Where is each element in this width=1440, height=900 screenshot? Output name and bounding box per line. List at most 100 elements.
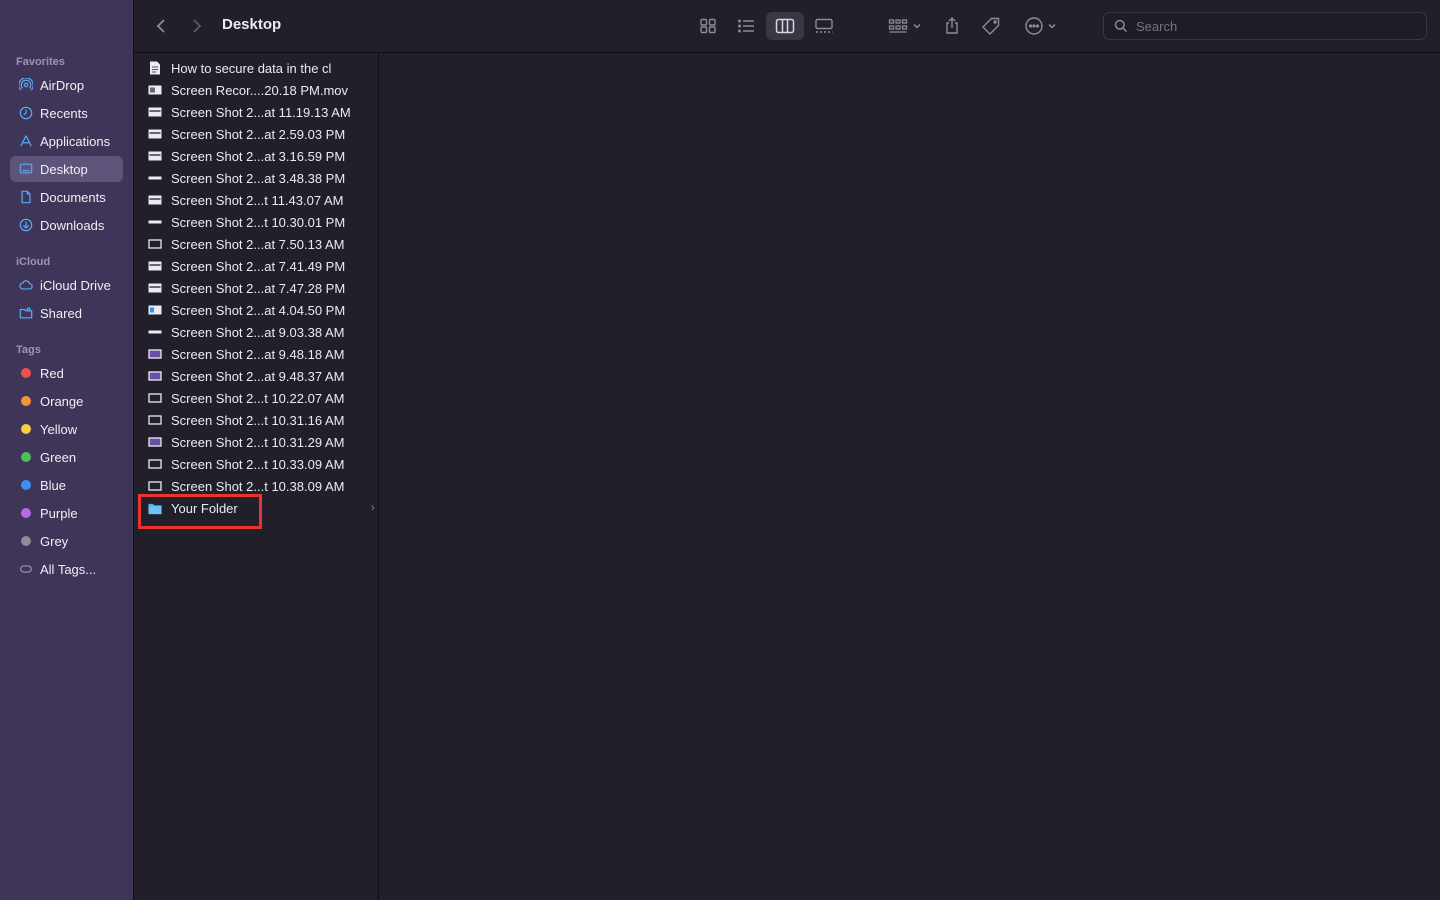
sidebar-tag-yellow[interactable]: Yellow	[10, 416, 123, 442]
columns-icon	[775, 18, 795, 34]
tags-section-title: Tags	[16, 344, 41, 356]
file-row[interactable]: Screen Shot 2...at 9.03.38 AM	[148, 321, 374, 343]
sidebar-item-documents[interactable]: Documents	[10, 184, 123, 210]
sidebar-item-label: Red	[40, 365, 64, 381]
ellipsis-circle-icon	[1024, 17, 1043, 35]
red-tag-dot-icon	[18, 365, 34, 381]
image-file-icon	[148, 193, 162, 207]
file-row[interactable]: Screen Shot 2...at 9.48.18 AM	[148, 343, 374, 365]
file-row[interactable]: Screen Shot 2...t 11.43.07 AM	[148, 189, 374, 211]
sidebar-item-label: Downloads	[40, 217, 105, 233]
file-row[interactable]: Screen Shot 2...at 11.19.13 AM	[148, 101, 374, 123]
file-row[interactable]: Screen Shot 2...t 10.22.07 AM	[148, 387, 374, 409]
gallery-icon	[815, 18, 833, 33]
movie-file-icon	[148, 83, 162, 97]
search-field[interactable]	[1103, 12, 1427, 40]
file-row[interactable]: Screen Shot 2...at 3.48.38 PM	[148, 167, 374, 189]
back-button[interactable]	[148, 12, 174, 40]
sidebar-tag-green[interactable]: Green	[10, 444, 123, 470]
airdrop-icon	[18, 77, 34, 93]
sidebar-tag-orange[interactable]: Orange	[10, 388, 123, 414]
image-file-icon	[148, 413, 162, 427]
file-name: Screen Shot 2...t 10.31.29 AM	[171, 434, 345, 450]
file-name: Screen Shot 2...t 10.33.09 AM	[171, 456, 345, 472]
chevron-left-icon	[156, 19, 165, 33]
file-name: Screen Shot 2...at 9.48.18 AM	[171, 346, 345, 362]
image-file-icon	[148, 105, 162, 119]
sidebar-item-recents[interactable]: Recents	[10, 100, 123, 126]
green-tag-dot-icon	[18, 449, 34, 465]
sidebar-item-applications[interactable]: Applications	[10, 128, 123, 154]
sidebar: Favorites AirDrop Recents Applications D…	[0, 0, 134, 900]
desktop-icon	[18, 161, 34, 177]
applications-icon	[18, 133, 34, 149]
column-view-button[interactable]	[766, 12, 804, 40]
sidebar-tag-purple[interactable]: Purple	[10, 500, 123, 526]
file-row[interactable]: How to secure data in the cl	[148, 57, 374, 79]
favorites-section-title: Favorites	[16, 56, 65, 68]
list-view-button[interactable]	[732, 12, 760, 40]
image-file-icon	[148, 281, 162, 295]
sidebar-tag-red[interactable]: Red	[10, 360, 123, 386]
file-name: Screen Recor....20.18 PM.mov	[171, 82, 349, 98]
folder-highlight-box	[138, 494, 262, 529]
forward-button[interactable]	[184, 12, 210, 40]
sidebar-item-desktop[interactable]: Desktop	[10, 156, 123, 182]
gallery-view-button[interactable]	[810, 12, 838, 40]
sidebar-tag-grey[interactable]: Grey	[10, 528, 123, 554]
image-file-icon	[148, 391, 162, 405]
blue-tag-dot-icon	[18, 477, 34, 493]
file-row[interactable]: Screen Shot 2...at 7.50.13 AM	[148, 233, 374, 255]
tag-button[interactable]	[979, 12, 1003, 40]
file-row[interactable]: Screen Shot 2...at 9.48.37 AM	[148, 365, 374, 387]
all-tags-icon	[18, 561, 34, 577]
file-row[interactable]: Screen Shot 2...t 10.31.16 AM	[148, 409, 374, 431]
search-input[interactable]	[1134, 17, 1418, 35]
icon-view-button[interactable]	[694, 12, 722, 40]
action-menu-button[interactable]	[1020, 12, 1060, 40]
chevron-down-icon	[913, 23, 921, 29]
file-name: Screen Shot 2...at 7.41.49 PM	[171, 258, 346, 274]
file-column: How to secure data in the cl Screen Recor…	[134, 53, 379, 900]
sidebar-item-airdrop[interactable]: AirDrop	[10, 72, 123, 98]
file-row[interactable]: Screen Recor....20.18 PM.mov	[148, 79, 374, 101]
file-name: Screen Shot 2...at 9.03.38 AM	[171, 324, 345, 340]
group-by-button[interactable]	[884, 12, 926, 40]
file-row[interactable]: Screen Shot 2...at 2.59.03 PM	[148, 123, 374, 145]
window-title: Desktop	[222, 16, 282, 33]
share-button[interactable]	[940, 12, 964, 40]
share-icon	[946, 17, 958, 34]
file-row[interactable]: Screen Shot 2...at 7.41.49 PM	[148, 255, 374, 277]
search-icon	[1114, 19, 1128, 33]
sidebar-item-label: Applications	[40, 133, 111, 149]
file-row[interactable]: Screen Shot 2...at 4.04.50 PM	[148, 299, 374, 321]
file-name: Screen Shot 2...at 7.47.28 PM	[171, 280, 346, 296]
file-name: Screen Shot 2...t 10.30.01 PM	[171, 214, 346, 230]
sidebar-item-label: Grey	[40, 533, 69, 549]
file-row[interactable]: Screen Shot 2...t 10.30.01 PM	[148, 211, 374, 233]
image-file-icon	[148, 215, 162, 229]
image-file-icon	[148, 457, 162, 471]
file-name: Screen Shot 2...t 11.43.07 AM	[171, 192, 344, 208]
file-row[interactable]: Screen Shot 2...t 10.33.09 AM	[148, 453, 374, 475]
sidebar-item-label: iCloud Drive	[40, 277, 111, 293]
file-name: Screen Shot 2...t 10.31.16 AM	[171, 412, 345, 428]
sidebar-tag-all-tags[interactable]: All Tags...	[10, 556, 123, 582]
sidebar-tag-blue[interactable]: Blue	[10, 472, 123, 498]
file-name: Screen Shot 2...at 2.59.03 PM	[171, 126, 346, 142]
image-file-icon	[148, 303, 162, 317]
sidebar-item-icloud-drive[interactable]: iCloud Drive	[10, 272, 123, 298]
file-row[interactable]: Screen Shot 2...t 10.31.29 AM	[148, 431, 374, 453]
sidebar-item-shared[interactable]: Shared	[10, 300, 123, 326]
sidebar-item-label: Desktop	[40, 161, 88, 177]
sidebar-item-label: Green	[40, 449, 77, 465]
sidebar-item-label: Purple	[40, 505, 78, 521]
file-row[interactable]: Screen Shot 2...at 7.47.28 PM	[148, 277, 374, 299]
file-name: Screen Shot 2...at 9.48.37 AM	[171, 368, 345, 384]
document-icon	[18, 189, 34, 205]
file-row[interactable]: Screen Shot 2...at 3.16.59 PM	[148, 145, 374, 167]
file-name: Screen Shot 2...at 3.16.59 PM	[171, 148, 346, 164]
sidebar-item-downloads[interactable]: Downloads	[10, 212, 123, 238]
document-file-icon	[148, 61, 162, 75]
sidebar-item-label: Recents	[40, 105, 88, 121]
